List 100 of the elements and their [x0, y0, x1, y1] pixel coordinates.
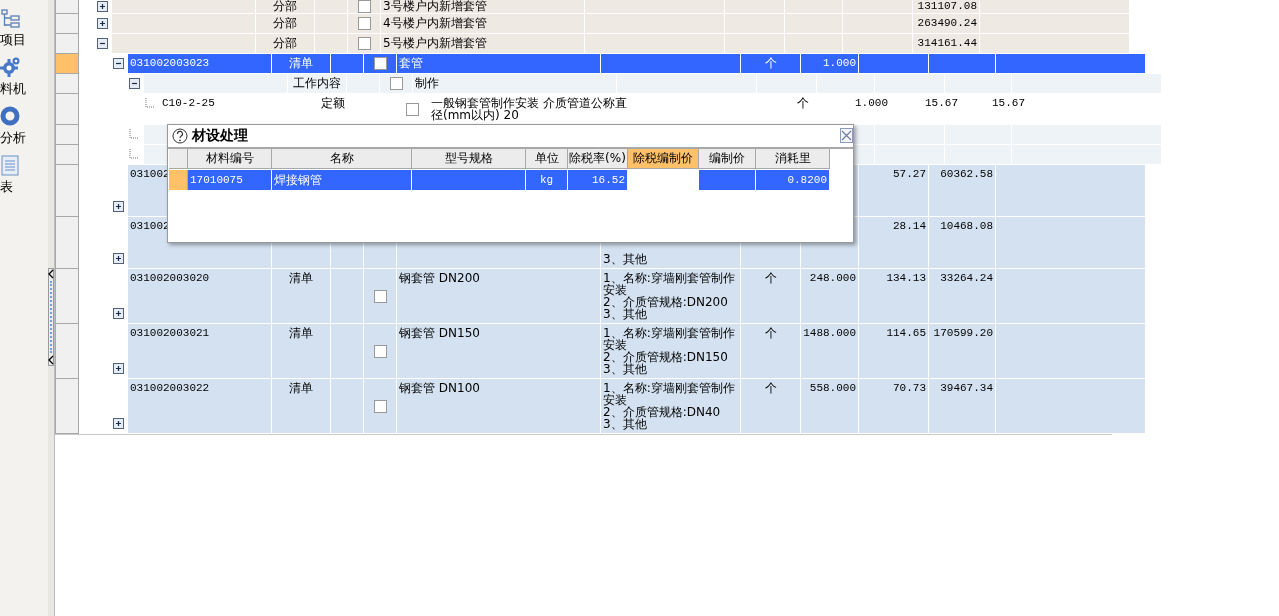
table-cell: 248.000 [801, 269, 859, 324]
close-button[interactable] [840, 128, 853, 143]
table-cell: 个 [741, 379, 801, 434]
checkbox[interactable] [357, 0, 371, 13]
table-cell: 1、名称:穿墙刚套管制作安装 2、介质管规格:DN200 3、其他 [601, 269, 741, 324]
expand-icon[interactable] [97, 18, 108, 29]
table-cell: kg [526, 170, 568, 190]
row-header[interactable] [55, 217, 79, 269]
row-header[interactable] [55, 54, 79, 74]
table-cell: 114.65 [859, 324, 929, 379]
table-cell [875, 145, 945, 165]
row-header[interactable] [169, 170, 188, 190]
row-header[interactable] [55, 125, 79, 145]
table-cell [725, 34, 785, 54]
table-cell: 031002003023 [128, 54, 272, 74]
column-header[interactable]: 消耗里 [756, 149, 830, 169]
gear-icon[interactable] [0, 57, 20, 78]
table-cell [725, 14, 785, 34]
table-cell: 57.27 [859, 165, 929, 217]
table-cell [843, 0, 913, 14]
table-cell: 清单 [272, 269, 331, 324]
checkbox[interactable] [373, 289, 387, 303]
dialog-title: 材设处理 [192, 127, 248, 145]
row-header[interactable] [55, 145, 79, 165]
expand-icon[interactable] [113, 201, 124, 212]
checkbox[interactable] [373, 399, 387, 413]
expand-icon[interactable] [113, 253, 124, 264]
table-cell: 131107.08 [913, 0, 980, 14]
checkbox[interactable] [389, 77, 403, 90]
nav-label[interactable]: 料机 [0, 80, 26, 98]
table-cell: 清单 [272, 379, 331, 434]
table-cell [785, 14, 843, 34]
column-header[interactable]: 除税编制价 [628, 149, 699, 169]
collapse-icon[interactable] [129, 78, 140, 89]
table-cell [875, 74, 945, 94]
table-cell: 个 [741, 54, 801, 74]
table-cell: 28.14 [859, 217, 929, 269]
table-cell: 031002003020 [128, 269, 272, 324]
table-cell: 5号楼户内新增套管 [381, 34, 585, 54]
table-cell [945, 74, 1012, 94]
tree-connector [145, 98, 156, 108]
checkbox[interactable] [357, 17, 371, 30]
row-header[interactable] [55, 74, 79, 94]
table-cell [699, 170, 756, 190]
checkbox[interactable] [373, 344, 387, 358]
table-cell: 清单 [272, 324, 331, 379]
row-header[interactable] [55, 94, 79, 125]
table-cell: 1、名称:穿墙刚套管制作安装 2、介质管规格:DN40 3、其他 [601, 379, 741, 434]
ring-icon[interactable] [0, 106, 20, 127]
help-icon[interactable] [172, 128, 188, 144]
close-icon [841, 130, 852, 141]
column-header[interactable]: 编制价 [699, 149, 756, 169]
collapse-icon[interactable] [97, 38, 108, 49]
expand-icon[interactable] [113, 418, 124, 429]
table-cell [945, 145, 1012, 165]
expand-icon[interactable] [113, 363, 124, 374]
column-header[interactable]: 材料编号 [188, 149, 272, 169]
table-cell [785, 34, 843, 54]
table-cell: 钢套管 DN100 [397, 379, 601, 434]
row-header[interactable] [55, 165, 79, 217]
chevron-icon [48, 355, 54, 365]
table-cell: 10468.08 [929, 217, 996, 269]
table-cell [843, 34, 913, 54]
row-header[interactable] [55, 34, 79, 54]
row-header[interactable] [55, 379, 79, 434]
table-cell: 个 [741, 324, 801, 379]
table-cell: 焊接钢管 [272, 170, 412, 190]
nav-label[interactable]: 项目 [0, 31, 26, 49]
checkbox[interactable] [373, 57, 387, 70]
table-cell: 3号楼户内新增套管 [381, 0, 585, 14]
table-cell [725, 0, 785, 14]
tree-icon[interactable] [0, 8, 20, 29]
column-header[interactable]: 型号规格 [412, 149, 526, 169]
column-header[interactable]: 名称 [272, 149, 412, 169]
table-cell: 套管 [397, 54, 601, 74]
table-cell: 39467.34 [929, 379, 996, 434]
checkbox[interactable] [405, 102, 419, 116]
row-header[interactable] [55, 0, 79, 14]
checkbox[interactable] [357, 37, 371, 50]
table-cell: 16.52 [568, 170, 628, 190]
splitter-handle[interactable] [48, 268, 54, 366]
column-header[interactable]: 单位 [526, 149, 568, 169]
table-cell: 个 [741, 269, 801, 324]
table-cell: 分部 [256, 14, 315, 34]
nav-label[interactable]: 表 [0, 178, 13, 196]
row-header[interactable] [55, 14, 79, 34]
table-cell: 1.000 [801, 54, 859, 74]
table-cell: 70.73 [859, 379, 929, 434]
collapse-icon[interactable] [113, 58, 124, 69]
expand-icon[interactable] [97, 1, 108, 12]
expand-icon[interactable] [113, 308, 124, 319]
document-icon[interactable] [0, 155, 20, 176]
table-cell: 1488.000 [801, 324, 859, 379]
column-header[interactable]: 除税率(%) [568, 149, 628, 169]
nav-label[interactable]: 分析 [0, 129, 26, 147]
table-cell: 钢套管 DN200 [397, 269, 601, 324]
table-cell: 314161.44 [913, 34, 980, 54]
table-cell: 分部 [256, 0, 315, 14]
table-cell: 60362.58 [929, 165, 996, 217]
table-cell [785, 0, 843, 14]
